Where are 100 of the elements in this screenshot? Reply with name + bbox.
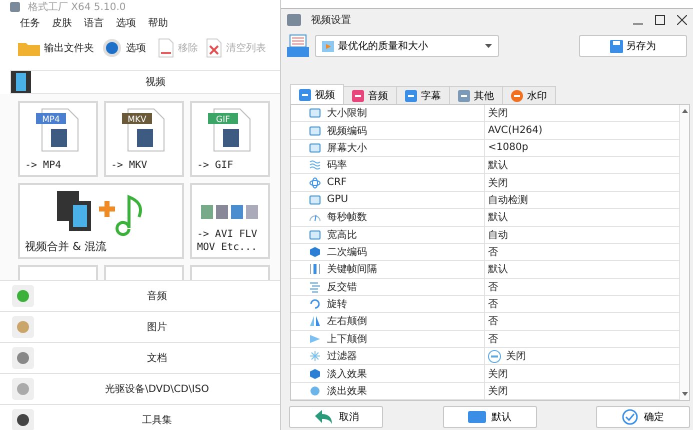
setting-name: 视频编码 [327,124,367,138]
format-tile[interactable]: MKV -> MKV [104,101,184,177]
window-title: 格式工厂 X64 5.10.0 [28,0,126,14]
category-label: 光驱设备\DVD\CD\ISO [104,382,210,396]
folder-icon [18,40,40,56]
setting-value[interactable]: 自动检测 [488,192,528,207]
frame-icon [309,107,321,120]
menu-item[interactable]: 皮肤 [52,16,72,30]
setting-value[interactable]: 否 [488,280,498,294]
setting-name: CRF [327,177,347,188]
check-circle-icon [622,409,638,425]
tab[interactable]: 水印 [502,86,556,104]
category-label: 工具集 [141,414,173,427]
tab[interactable]: 视频 [290,84,344,104]
category-row[interactable]: 工具集 [0,404,280,430]
tab[interactable]: 其他 [449,86,503,104]
setting-name: 左右颠倒 [327,314,367,328]
category-label: 图片 [146,320,168,334]
setting-name: 宽高比 [327,228,357,242]
category-header[interactable]: 视频 [10,70,280,94]
dialog-button[interactable]: 默认 [442,406,536,428]
menu-item[interactable]: 选项 [116,16,136,30]
setting-value[interactable]: AVC(H264) [488,125,542,136]
scroll-up-icon[interactable] [682,109,688,113]
tab-icon [405,90,417,102]
format-tile[interactable]: 视频合并 & 混流 [18,183,184,259]
format-tile[interactable]: -> AVI FLV MOV Etc... [190,183,270,259]
hexagon-icon [309,246,321,258]
hexagon-icon [309,368,321,380]
format-tile[interactable]: MP4 -> MP4 [18,101,98,177]
toolbar-button[interactable]: 选项 [100,38,148,58]
setting-value[interactable]: 自动 [488,228,508,242]
setting-value[interactable]: 否 [488,245,498,260]
setting-value[interactable]: 默认 [488,158,508,172]
setting-value[interactable]: 关闭 [488,384,508,398]
maximize-icon[interactable] [655,15,665,25]
category-label: 视频 [144,76,166,89]
mirror-icon [309,315,321,328]
category-label: 音频 [146,290,168,303]
setting-name: 淡出效果 [327,384,367,398]
triangle-icon [309,332,321,345]
tab-icon [511,90,523,102]
setting-name: 反交错 [327,280,357,294]
setting-name: 淡入效果 [327,368,367,381]
setting-value[interactable]: <1080p [488,142,528,154]
setting-name: 上下颠倒 [327,332,367,346]
setting-value[interactable]: 关闭 [488,106,508,120]
setting-name: 过滤器 [327,350,357,364]
tile-label: -> AVI FLV [197,229,258,242]
close-icon[interactable] [677,15,687,25]
format-tile[interactable]: GIF -> GIF [190,101,270,177]
lines-icon [309,280,321,293]
menu-item[interactable]: 任务 [20,16,40,30]
tile-label: -> GIF [197,160,234,172]
setting-name: 码率 [327,158,347,172]
video-file-icon [322,40,334,52]
wave-icon [309,159,321,172]
tab[interactable]: 字幕 [396,86,450,104]
drawer-icon [287,34,309,58]
setting-name: GPU [327,194,348,206]
setting-name: 关键帧间隔 [327,262,377,276]
toolbar-button[interactable]: 输出文件夹 [16,40,96,56]
tile-label: -> MKV [111,160,148,172]
setting-name: 屏幕大小 [327,142,367,155]
category-label: 文档 [146,352,168,365]
preset-dropdown[interactable]: 最优化的质量和大小 [315,35,499,57]
setting-value[interactable]: 否 [488,332,498,346]
tile-label: 视频合并 & 混流 [25,240,108,254]
dialog-button[interactable]: 取消 [289,406,383,428]
menu-item[interactable]: 帮助 [148,16,168,30]
setting-value[interactable]: 关闭 [488,366,508,381]
circle-icon [309,384,321,397]
setting-name: 大小限制 [327,106,367,120]
setting-value[interactable]: 默认 [488,210,508,224]
bars-icon [309,263,321,276]
setting-value[interactable]: 否 [488,314,498,328]
tile-label: MOV Etc... [197,242,258,254]
tab-icon [352,90,364,102]
setting-name: 每秒帧数 [327,210,367,224]
tile-label: -> MP4 [25,160,62,172]
scroll-down-icon[interactable] [682,392,688,396]
setting-value[interactable]: 默认 [488,262,508,276]
app-icon [287,14,301,26]
setting-value[interactable]: 关闭 [506,349,526,364]
tab[interactable]: 音频 [343,86,397,104]
tab-icon [458,90,470,102]
menu-item[interactable]: 语言 [84,16,104,30]
app-icon [10,2,20,12]
dialog-button[interactable]: 确定 [596,406,690,428]
setting-name: 二次编码 [327,246,367,260]
sparkle-icon [309,350,321,362]
film-strip-icon [11,71,31,93]
back-arrow-icon [313,409,333,425]
window-title: 视频设置 [311,14,352,27]
setting-value[interactable]: 关闭 [488,176,508,190]
setting-name: 旋转 [327,298,347,312]
atom-icon [309,176,321,189]
save-as-button[interactable]: 另存为 [579,35,687,57]
rotate-icon [309,298,321,310]
setting-value[interactable]: 否 [488,297,498,312]
